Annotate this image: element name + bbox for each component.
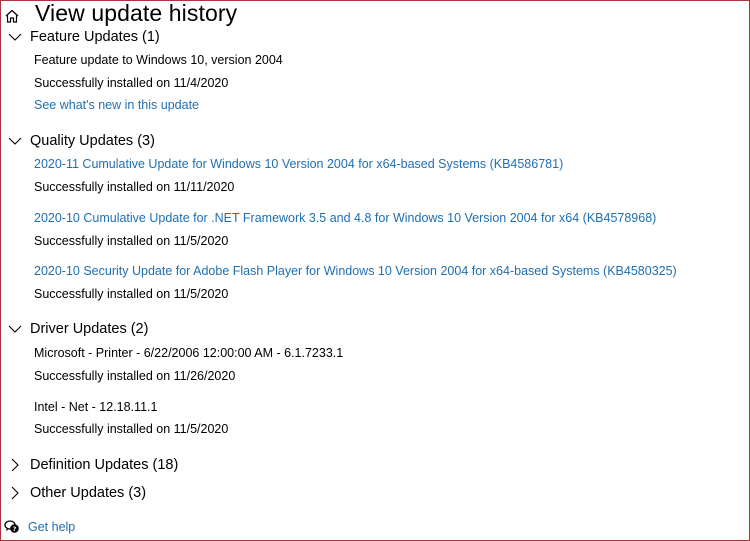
chevron-down-icon: [8, 325, 22, 333]
update-link-kb4580325[interactable]: 2020-10 Security Update for Adobe Flash …: [34, 264, 677, 278]
update-status: Successfully installed on 11/26/2020: [34, 369, 236, 383]
get-help-link[interactable]: Get help: [28, 520, 75, 534]
group-definition-updates[interactable]: Definition Updates (18): [7, 455, 178, 475]
update-status: Successfully installed on 11/5/2020: [34, 422, 229, 436]
group-feature-updates[interactable]: Feature Updates (1): [7, 27, 160, 47]
chevron-right-icon: [11, 486, 19, 500]
update-status: Successfully installed on 11/4/2020: [34, 76, 229, 90]
chevron-down-icon: [8, 33, 22, 41]
update-link-kb4586781[interactable]: 2020-11 Cumulative Update for Windows 10…: [34, 157, 563, 171]
group-title: Quality Updates (3): [30, 133, 155, 149]
settings-window: View update history Feature Updates (1) …: [0, 0, 750, 541]
group-title: Other Updates (3): [30, 485, 147, 501]
update-status: Successfully installed on 11/5/2020: [34, 234, 229, 248]
update-name: Intel - Net - 12.18.11.1: [34, 400, 158, 414]
group-other-updates[interactable]: Other Updates (3): [7, 483, 146, 503]
group-quality-updates[interactable]: Quality Updates (3): [7, 131, 155, 151]
svg-text:?: ?: [13, 525, 17, 533]
update-link-kb4578968[interactable]: 2020-10 Cumulative Update for .NET Frame…: [34, 211, 656, 225]
help-chat-icon: ?: [4, 520, 19, 533]
chevron-right-icon: [11, 458, 19, 472]
group-title: Definition Updates (18): [30, 457, 179, 473]
see-whats-new-link[interactable]: See what's new in this update: [34, 98, 199, 112]
update-status: Successfully installed on 11/5/2020: [34, 287, 229, 301]
update-name: Feature update to Windows 10, version 20…: [34, 53, 283, 67]
group-title: Feature Updates (1): [30, 29, 160, 45]
update-name: Microsoft - Printer - 6/22/2006 12:00:00…: [34, 346, 344, 360]
update-status: Successfully installed on 11/11/2020: [34, 180, 235, 194]
get-help-row[interactable]: ? Get help: [4, 518, 75, 536]
group-title: Driver Updates (2): [30, 321, 149, 337]
group-driver-updates[interactable]: Driver Updates (2): [7, 319, 148, 339]
chevron-down-icon: [8, 137, 22, 145]
home-icon[interactable]: [4, 8, 20, 24]
page-title: View update history: [35, 0, 238, 26]
